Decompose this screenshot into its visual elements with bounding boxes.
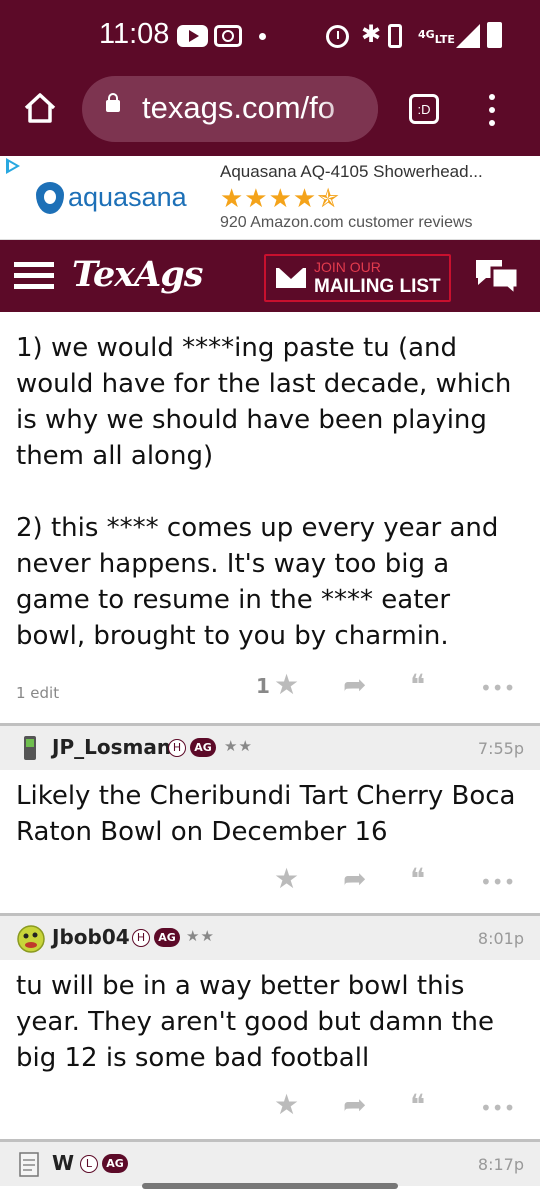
url-text: texags.com/fo [142, 90, 335, 125]
avatar[interactable] [16, 924, 45, 953]
badge-l: L [80, 1155, 98, 1173]
badge-ag: AG [154, 928, 180, 947]
rank-stars: ★★ [224, 737, 253, 755]
rank-stars: ★★ [186, 927, 215, 945]
avatar[interactable] [16, 734, 44, 762]
mailing-list-button[interactable]: JOIN OUR MAILING LIST [264, 254, 451, 302]
browser-menu-button[interactable] [480, 92, 504, 128]
mailing-label-bottom: MAILING LIST [314, 276, 441, 297]
bluetooth-icon: ✱ [361, 20, 382, 48]
status-time: 11:08 [99, 18, 170, 50]
tab-switcher-button[interactable]: :D [409, 94, 439, 124]
notepad-avatar-icon [19, 1152, 39, 1177]
post-header: JP_Losman H AG ★★ 7:55p [0, 726, 540, 770]
like-count: 1 [256, 674, 270, 698]
envelope-icon [276, 268, 306, 288]
star-icon[interactable]: ★ [274, 1088, 299, 1121]
home-button[interactable] [22, 90, 58, 126]
badge-h: H [168, 739, 186, 757]
post-body: 1) we would ****ing paste tu (and would … [16, 333, 512, 471]
smiley-avatar-icon [17, 925, 45, 953]
hamburger-menu-icon[interactable] [14, 262, 54, 290]
gesture-nav-bar[interactable] [142, 1183, 398, 1189]
alarm-icon [326, 25, 349, 48]
star-icon[interactable]: ★ [274, 668, 299, 701]
ad-reviews: 920 Amazon.com customer reviews [220, 214, 473, 231]
more-notifications-icon [259, 33, 266, 40]
ad-rating-stars: ★★★★✯ [220, 184, 341, 214]
phone-avatar-icon [24, 736, 36, 760]
reply-icon[interactable]: ➦ [343, 1088, 366, 1121]
post-header: W L AG 8:17p [0, 1142, 540, 1186]
chat-button[interactable] [472, 256, 522, 299]
post-body: 2) this **** comes up every year and nev… [16, 513, 499, 651]
badge-h: H [132, 929, 150, 947]
post-time: 8:01p [477, 929, 524, 948]
url-bar[interactable]: texags.com/fo [82, 76, 378, 142]
username[interactable]: Jbob04 [52, 925, 130, 949]
youtube-notification-icon [177, 25, 208, 47]
reply-icon[interactable]: ➦ [343, 668, 366, 701]
site-logo[interactable]: TexAgs [72, 254, 203, 295]
post-header: Jbob04 H AG ★★ 8:01p [0, 916, 540, 960]
post-time: 8:17p [477, 1155, 524, 1174]
browser-toolbar: texags.com/fo :D [0, 72, 540, 156]
badge-ag: AG [190, 738, 216, 757]
post-actions: 1 ★ ➦ ❝ ••• [0, 668, 540, 708]
star-icon[interactable]: ★ [274, 862, 299, 895]
battery-icon [487, 22, 502, 48]
chat-bubbles-icon [476, 260, 520, 299]
more-icon[interactable]: ••• [480, 870, 515, 894]
quote-icon[interactable]: ❝ [410, 1088, 425, 1121]
badge-ag: AG [102, 1154, 128, 1173]
site-header: TexAgs JOIN OUR MAILING LIST [0, 240, 540, 312]
more-icon[interactable]: ••• [480, 676, 515, 700]
avatar[interactable] [16, 1150, 44, 1178]
post-body: Likely the Cheribundi Tart Cherry Boca R… [16, 781, 516, 847]
home-icon [24, 93, 56, 123]
mailing-label-top: JOIN OUR [314, 259, 381, 275]
ad-banner[interactable]: aquasana Aquasana AQ-4105 Showerhead... … [0, 156, 540, 240]
post-body: tu will be in a way better bowl this yea… [16, 971, 494, 1073]
post-actions: ★ ➦ ❝ ••• [0, 1088, 540, 1128]
ad-title[interactable]: Aquasana AQ-4105 Showerhead... [220, 162, 483, 182]
username[interactable]: W [52, 1151, 74, 1175]
adchoices-icon[interactable] [6, 158, 20, 174]
quote-icon[interactable]: ❝ [410, 862, 425, 895]
username[interactable]: JP_Losman [52, 735, 171, 759]
vibrate-icon [388, 24, 402, 48]
cast-notification-icon [214, 25, 242, 47]
more-icon[interactable]: ••• [480, 1096, 515, 1120]
status-bar: 11:08 ✱ 4G LTE [0, 0, 540, 72]
signal-icon [456, 24, 480, 48]
quote-icon[interactable]: ❝ [410, 668, 425, 701]
ad-brand: aquasana [68, 182, 187, 212]
reply-icon[interactable]: ➦ [343, 862, 366, 895]
post-actions: ★ ➦ ❝ ••• [0, 862, 540, 902]
network-type-icon: 4G LTE [418, 27, 455, 46]
lock-icon [106, 93, 120, 112]
aquasana-logo-icon [36, 182, 64, 214]
post-time: 7:55p [477, 739, 524, 758]
